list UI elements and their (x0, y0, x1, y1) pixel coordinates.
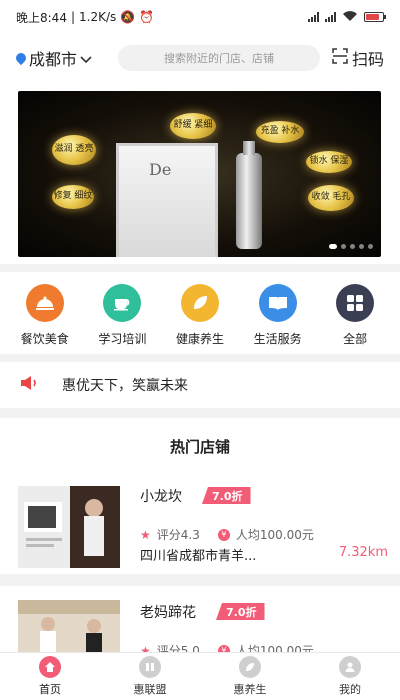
location-pin-icon (13, 50, 29, 66)
banner-bubble: 滋润 透亮 (52, 135, 96, 165)
tab-profile[interactable]: 我的 (300, 653, 400, 700)
category-label: 健康养生 (175, 332, 224, 346)
category-label: 学习培训 (98, 332, 147, 346)
battery-icon (364, 12, 386, 22)
discount-badge: 7.0折 (216, 603, 265, 620)
home-icon (39, 656, 61, 678)
wifi-icon (342, 10, 358, 25)
grid-icon (336, 284, 375, 322)
banner-bubble: 充盈 补水 (256, 121, 304, 143)
alarm-icon: ⏰ (139, 10, 155, 24)
product-bottle-image (236, 141, 262, 249)
product-poster: De (116, 143, 218, 257)
tab-wellness[interactable]: 惠养生 (200, 653, 300, 700)
food-icon (25, 284, 64, 322)
shop-thumbnail (18, 600, 120, 652)
signal-icon-2 (325, 12, 336, 22)
announcement-text: 惠优天下，笑赢未来 (62, 378, 188, 394)
book-icon (258, 284, 297, 322)
banner-section: 舒缓 紧细 滋润 透亮 充盈 补水 锁水 保湿 修复 细纹 收敛 毛孔 De (0, 82, 400, 264)
promo-banner[interactable]: 舒缓 紧细 滋润 透亮 充盈 补水 锁水 保湿 修复 细纹 收敛 毛孔 De (18, 91, 381, 257)
shop-card[interactable]: 小龙坎 7.0折 ★ 评分4.3 ¥ 人均100.00元 四川省成都市青羊...… (0, 474, 400, 574)
tab-home[interactable]: 首页 (0, 653, 100, 700)
category-label: 生活服务 (253, 332, 302, 346)
mute-icon: 🔕 (120, 10, 136, 24)
brand-logo: De (149, 160, 171, 179)
category-training[interactable]: 学习培训 (85, 284, 159, 354)
category-life-service[interactable]: 生活服务 (241, 284, 315, 354)
city-selector[interactable]: 成都市 (13, 46, 112, 70)
user-icon (339, 656, 361, 678)
shop-rating: 评分4.3 (156, 528, 200, 542)
shop-meta: ★ 评分5.0 ¥ 人均100.00元 (140, 642, 314, 652)
leaf-icon (180, 284, 219, 322)
chevron-down-icon (80, 49, 92, 68)
tab-label: 惠联盟 (133, 683, 167, 696)
carousel-indicator (329, 244, 373, 249)
signal-icon (308, 12, 319, 22)
category-food[interactable]: 餐饮美食 (8, 284, 82, 354)
category-label: 全部 (343, 332, 368, 346)
scan-icon (332, 48, 348, 68)
status-bar: 晚上8:44 | 1.2K/s 🔕 ⏰ (0, 0, 400, 34)
shop-avg-price: 人均100.00元 (235, 528, 314, 542)
top-header: 成都市 搜索附近的门店、店铺 扫码 (0, 34, 400, 82)
shop-name: 老妈蹄花 (140, 605, 196, 621)
tab-alliance[interactable]: 惠联盟 (100, 653, 200, 700)
star-icon: ★ (140, 643, 151, 653)
category-grid: 餐饮美食 学习培训 健康养生 生活服务 全部 (0, 272, 400, 354)
alliance-icon (139, 656, 161, 678)
banner-bubble: 收敛 毛孔 (308, 185, 354, 211)
price-icon: ¥ (217, 528, 230, 541)
search-input[interactable]: 搜索附近的门店、店铺 (118, 45, 320, 71)
banner-bubble: 舒缓 紧细 (170, 113, 216, 139)
price-icon: ¥ (217, 644, 230, 652)
cup-icon (103, 284, 142, 322)
city-name: 成都市 (29, 50, 78, 69)
category-health[interactable]: 健康养生 (163, 284, 237, 354)
scan-button[interactable]: 扫码 (332, 46, 384, 70)
category-label: 餐饮美食 (20, 332, 69, 346)
category-all[interactable]: 全部 (318, 284, 392, 354)
star-icon: ★ (140, 527, 151, 542)
shop-rating: 评分5.0 (156, 644, 200, 652)
scan-label: 扫码 (351, 50, 384, 69)
shop-avg-price: 人均100.00元 (235, 644, 314, 652)
hot-shops-title: 热门店铺 (0, 418, 400, 474)
search-placeholder: 搜索附近的门店、店铺 (163, 52, 274, 65)
shop-card[interactable]: 老妈蹄花 7.0折 ★ 评分5.0 ¥ 人均100.00元 (0, 586, 400, 652)
tab-label: 我的 (339, 683, 361, 696)
banner-bubble: 修复 细纹 (52, 185, 94, 209)
tab-label: 惠养生 (233, 683, 267, 696)
announcement-bar[interactable]: 惠优天下，笑赢未来 (0, 362, 400, 408)
shop-meta: ★ 评分4.3 ¥ 人均100.00元 (140, 526, 314, 543)
tab-label: 首页 (39, 683, 61, 696)
shop-thumbnail (18, 486, 120, 568)
leaf-icon (239, 656, 261, 678)
bottom-tab-bar: 首页 惠联盟 惠养生 我的 (0, 652, 400, 700)
shop-name: 小龙坎 (140, 489, 182, 505)
shop-address: 四川省成都市青羊... (140, 549, 257, 564)
svg-text:De: De (149, 160, 171, 179)
banner-bubble: 锁水 保湿 (306, 151, 352, 173)
speaker-icon (20, 375, 40, 395)
network-speed: 1.2K/s (79, 10, 117, 24)
shop-distance: 7.32km (338, 545, 388, 560)
discount-badge: 7.0折 (202, 487, 251, 504)
status-time: 晚上8:44 (16, 10, 67, 25)
